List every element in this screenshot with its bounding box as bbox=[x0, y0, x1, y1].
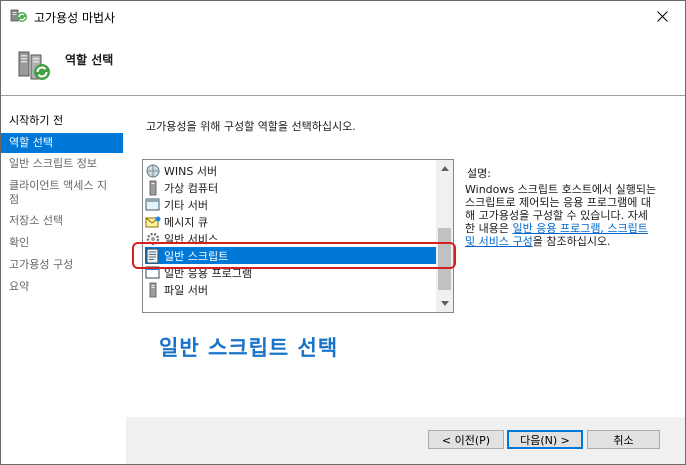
server-icon bbox=[146, 164, 160, 177]
description-text: Windows 스크립트 호스트에서 실행되는 스크립트로 제어되는 응용 프로… bbox=[465, 183, 657, 248]
server-icon bbox=[145, 198, 160, 210]
server-icon bbox=[149, 282, 157, 297]
instruction-text: 고가용성을 위해 구성할 역할을 선택하십시오. bbox=[146, 120, 356, 133]
description-label: 설명: bbox=[467, 167, 491, 180]
chevron-up-icon bbox=[440, 166, 449, 171]
role-label: 기타 서버 bbox=[164, 198, 208, 212]
role-item-other-server[interactable]: 기타 서버 bbox=[145, 196, 208, 213]
scroll-up-button[interactable] bbox=[436, 160, 453, 177]
annotation-caption: 일반 스크립트 선택 bbox=[159, 336, 339, 360]
step-configure-ha: 고가용성 구성 bbox=[9, 258, 74, 271]
step-confirmation: 확인 bbox=[9, 236, 30, 249]
highlight-annotation-box bbox=[132, 242, 456, 269]
list-scrollbar[interactable] bbox=[436, 160, 453, 312]
wizard-header: 역할 선택 bbox=[1, 31, 685, 95]
page-title: 역할 선택 bbox=[65, 53, 114, 67]
wizard-steps-sidebar: 시작하기 전 역할 선택 일반 스크립트 정보 클라이언트 액세스 지점 저장소… bbox=[1, 97, 126, 464]
window-title: 고가용성 마법사 bbox=[34, 11, 116, 25]
step-select-storage: 저장소 선택 bbox=[9, 214, 64, 227]
close-icon bbox=[656, 10, 668, 22]
step-before-you-begin[interactable]: 시작하기 전 bbox=[1, 111, 123, 131]
back-button[interactable]: < 이전(P) bbox=[428, 430, 504, 449]
next-button[interactable]: 다음(N) > bbox=[507, 430, 583, 449]
step-select-role[interactable]: 역할 선택 bbox=[1, 133, 123, 153]
role-label: WINS 서버 bbox=[164, 164, 218, 178]
role-label: 가상 컴퓨터 bbox=[164, 181, 219, 195]
role-item-virtual-machine[interactable]: 가상 컴퓨터 bbox=[145, 179, 218, 196]
step-client-access-point: 클라이언트 액세스 지점 bbox=[9, 179, 108, 206]
step-summary: 요약 bbox=[9, 280, 30, 293]
close-button[interactable] bbox=[639, 1, 685, 31]
chevron-down-icon bbox=[440, 301, 449, 306]
cluster-app-icon bbox=[10, 9, 27, 22]
server-icon bbox=[149, 180, 157, 195]
role-item-message-queue[interactable]: 메시지 큐 bbox=[145, 213, 208, 230]
role-item-file-server[interactable]: 파일 서버 bbox=[145, 281, 208, 298]
step-generic-script-info: 일반 스크립트 정보 bbox=[9, 157, 97, 170]
title-bar: 고가용성 마법사 bbox=[1, 1, 685, 31]
role-item-wins[interactable]: WINS 서버 bbox=[145, 162, 217, 179]
wizard-window: 고가용성 마법사 역할 선택 시작하기 전 역할 선택 일반 스크립트 정보 클… bbox=[0, 0, 686, 465]
cancel-button[interactable]: 취소 bbox=[587, 430, 660, 449]
cluster-role-icon bbox=[18, 51, 50, 80]
scroll-down-button[interactable] bbox=[436, 295, 453, 312]
description-suffix: 을 참조하십시오. bbox=[532, 235, 611, 248]
role-listbox[interactable]: WINS 서버 가상 컴퓨터 기타 서버 메시지 큐 일반 서비스 일반 스크립… bbox=[142, 159, 454, 313]
role-label: 메시지 큐 bbox=[164, 215, 208, 229]
role-label: 파일 서버 bbox=[164, 283, 208, 297]
envelope-icon bbox=[145, 216, 161, 227]
